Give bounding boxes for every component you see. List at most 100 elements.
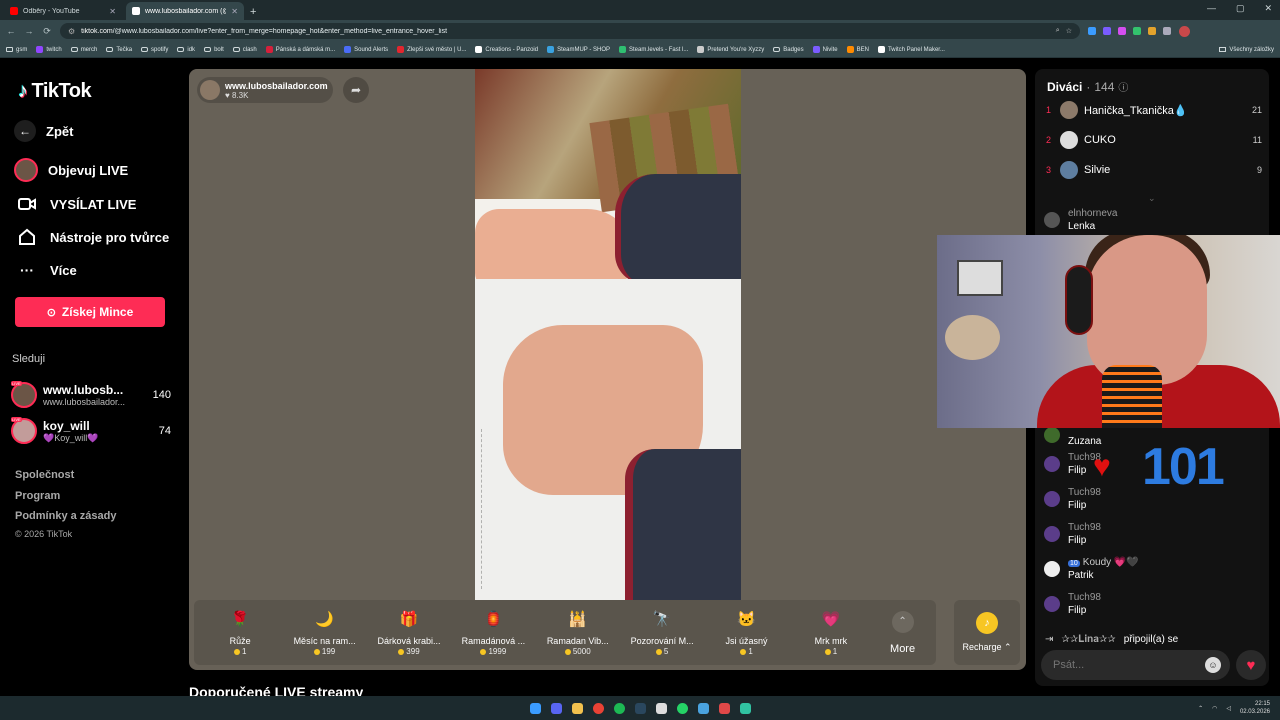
back-button[interactable]: ← Zpět xyxy=(14,120,73,142)
tiktok-logo[interactable]: ♪ TikTok xyxy=(18,80,92,103)
capcut-icon[interactable] xyxy=(655,702,667,714)
file-explorer-icon[interactable] xyxy=(571,702,583,714)
app-icon[interactable] xyxy=(697,702,709,714)
tray-chevron-icon[interactable]: ⌃ xyxy=(1198,705,1203,712)
chevron-down-icon[interactable]: ⌄ xyxy=(1148,193,1156,204)
footer-link-program[interactable]: Program xyxy=(15,490,60,502)
live-stream-player[interactable]: www.lubosbailador.com ♥ 8.3K ➦ 🌹 Růže 1 … xyxy=(189,69,1026,670)
gift-item[interactable]: 🌙 Měsíc na ram... 199 xyxy=(282,604,366,661)
host-info[interactable]: www.lubosbailador.com ♥ 8.3K xyxy=(197,77,333,103)
profile-avatar[interactable] xyxy=(1179,25,1190,37)
back-arrow-icon[interactable]: ← xyxy=(6,26,16,36)
extension-icon[interactable] xyxy=(1148,27,1156,35)
new-tab-button[interactable]: + xyxy=(250,6,256,20)
chrome-icon[interactable] xyxy=(592,702,604,714)
bookmark-15[interactable]: Badges xyxy=(773,47,804,53)
close-tab-icon[interactable]: ✕ xyxy=(109,7,116,16)
close-window-button[interactable]: ✕ xyxy=(1264,3,1272,14)
bookmark-16[interactable]: Nivite xyxy=(812,46,838,53)
speaker-icon[interactable]: ◁ xyxy=(1226,705,1231,712)
bookmark-0[interactable]: gsm xyxy=(6,47,27,53)
gift-item[interactable]: 🏮 Ramadánová ... 1999 xyxy=(451,604,535,661)
bookmark-17[interactable]: BEN xyxy=(846,46,869,53)
app-icon[interactable] xyxy=(718,702,730,714)
gift-item[interactable]: 🎁 Dárková krabi... 399 xyxy=(367,604,451,661)
top-viewer-row[interactable]: 2 CUKO 11 xyxy=(1046,129,1262,151)
following-item[interactable]: LIVE koy_will 💜Koy_will💜 74 xyxy=(11,415,171,447)
footer-link-terms[interactable]: Podmínky a zásady xyxy=(15,510,117,522)
gift-price-value: 5 xyxy=(663,647,669,656)
bookmark-2[interactable]: merch xyxy=(70,47,97,53)
close-tab-icon[interactable]: ✕ xyxy=(231,7,238,16)
emoji-icon[interactable]: ☺ xyxy=(1205,657,1221,673)
globe-icon xyxy=(697,46,705,53)
nav-go-live[interactable]: VYSÍLAT LIVE xyxy=(14,191,136,217)
nav-more[interactable]: ··· Více xyxy=(14,257,77,283)
zoom-icon[interactable]: ⌕ xyxy=(1056,27,1060,35)
gift-item[interactable]: 🌹 Růže 1 xyxy=(198,604,282,661)
bookmark-5[interactable]: idk xyxy=(177,47,195,53)
nav-explore-live[interactable]: Objevuj LIVE xyxy=(14,158,128,182)
bookmark-14[interactable]: Pretend You're Xyzzy xyxy=(697,46,764,53)
maximize-button[interactable]: ▢ xyxy=(1236,3,1245,14)
minimize-button[interactable]: — xyxy=(1207,3,1216,14)
extension-icon[interactable] xyxy=(1133,27,1141,35)
extension-icon[interactable] xyxy=(1163,27,1171,35)
bookmark-11[interactable]: Creations - Panzoid xyxy=(475,46,538,53)
streamlabs-icon[interactable] xyxy=(739,702,751,714)
gift-item[interactable]: 💗 Mrk mrk 1 xyxy=(789,604,873,661)
star-icon[interactable]: ☆ xyxy=(1066,27,1072,35)
like-button[interactable]: ♥ xyxy=(1236,650,1266,680)
reload-icon[interactable]: ⟳ xyxy=(42,26,52,37)
bookmark-10[interactable]: Zlepši své město | U... xyxy=(397,46,466,53)
bookmark-3[interactable]: Tečka xyxy=(106,47,132,53)
site-info-icon[interactable]: ⚙ xyxy=(68,27,75,36)
extension-icon[interactable] xyxy=(1118,27,1126,35)
recharge-button[interactable]: ♪ Recharge ⌃ xyxy=(954,600,1020,665)
viewer-name-suffix: 💧 xyxy=(1173,104,1188,117)
bookmark-8[interactable]: Pánská a dámská m... xyxy=(265,46,335,53)
more-gifts-button[interactable]: ⌃ More xyxy=(873,604,932,661)
gift-item[interactable]: 🕌 Ramadan Vib... 5000 xyxy=(536,604,620,661)
bookmark-4[interactable]: spotify xyxy=(141,47,168,53)
get-coins-button[interactable]: ⊙ Získej Mince xyxy=(15,297,165,327)
join-icon: ⇥ xyxy=(1045,634,1054,645)
nav-label: Nástroje pro tvůrce xyxy=(50,229,170,245)
tab-label: www.lubosbailador.com (@ xyxy=(145,7,227,15)
host-likes: ♥ 8.3K xyxy=(225,91,328,100)
bookmark-13[interactable]: Steam.levels - Fast l... xyxy=(619,46,688,53)
whatsapp-icon[interactable] xyxy=(676,702,688,714)
browser-tab-tiktok[interactable]: www.lubosbailador.com (@ ✕ xyxy=(126,2,244,20)
browser-tab-youtube[interactable]: Odběry - YouTube ✕ xyxy=(4,2,122,20)
discord-icon[interactable] xyxy=(550,702,562,714)
extension-icon[interactable] xyxy=(1088,27,1096,35)
bookmark-1[interactable]: twitch xyxy=(36,46,62,53)
share-button[interactable]: ➦ xyxy=(343,77,369,103)
gift-item[interactable]: 🔭 Pozorování M... 5 xyxy=(620,604,704,661)
following-item[interactable]: LIVE www.lubosb... www.lubosbailador... … xyxy=(11,379,171,411)
chat-input[interactable] xyxy=(1041,650,1230,680)
bookmark-6[interactable]: bolt xyxy=(204,47,224,53)
top-viewer-row[interactable]: 1 Hanička_Tkanička💧 21 xyxy=(1046,99,1262,121)
forward-arrow-icon[interactable]: → xyxy=(24,26,34,36)
video-sleeve xyxy=(615,174,741,284)
extension-icon[interactable] xyxy=(1103,27,1111,35)
footer-link-company[interactable]: Společnost xyxy=(15,469,74,481)
windows-start-icon[interactable] xyxy=(529,702,541,714)
help-icon[interactable]: ⓘ xyxy=(1118,79,1128,94)
url-field[interactable]: ⚙ tiktok.com/@www.lubosbailador.com/live… xyxy=(60,23,1080,39)
all-bookmarks-button[interactable]: Všechny záložky xyxy=(1219,47,1274,53)
steam-icon[interactable] xyxy=(634,702,646,714)
clock[interactable]: 22:15 02.03.2026 xyxy=(1240,700,1270,716)
bookmark-9[interactable]: Sound Alerts xyxy=(344,46,388,53)
top-viewer-row[interactable]: 3 Silvie 9 xyxy=(1046,159,1262,181)
bookmark-12[interactable]: SteamMUP - SHOP xyxy=(547,46,610,53)
gift-item[interactable]: 🐱 Jsi úžasný 1 xyxy=(704,604,788,661)
bookmark-7[interactable]: clash xyxy=(232,47,257,53)
spotify-icon[interactable] xyxy=(613,702,625,714)
bookmark-18[interactable]: Twitch Panel Maker... xyxy=(877,46,945,53)
gift-price: 5000 xyxy=(564,647,591,656)
wifi-icon[interactable]: ◠ xyxy=(1212,705,1217,712)
nav-creator-tools[interactable]: Nástroje pro tvůrce xyxy=(14,224,169,250)
viewer-score: 11 xyxy=(1252,135,1262,145)
